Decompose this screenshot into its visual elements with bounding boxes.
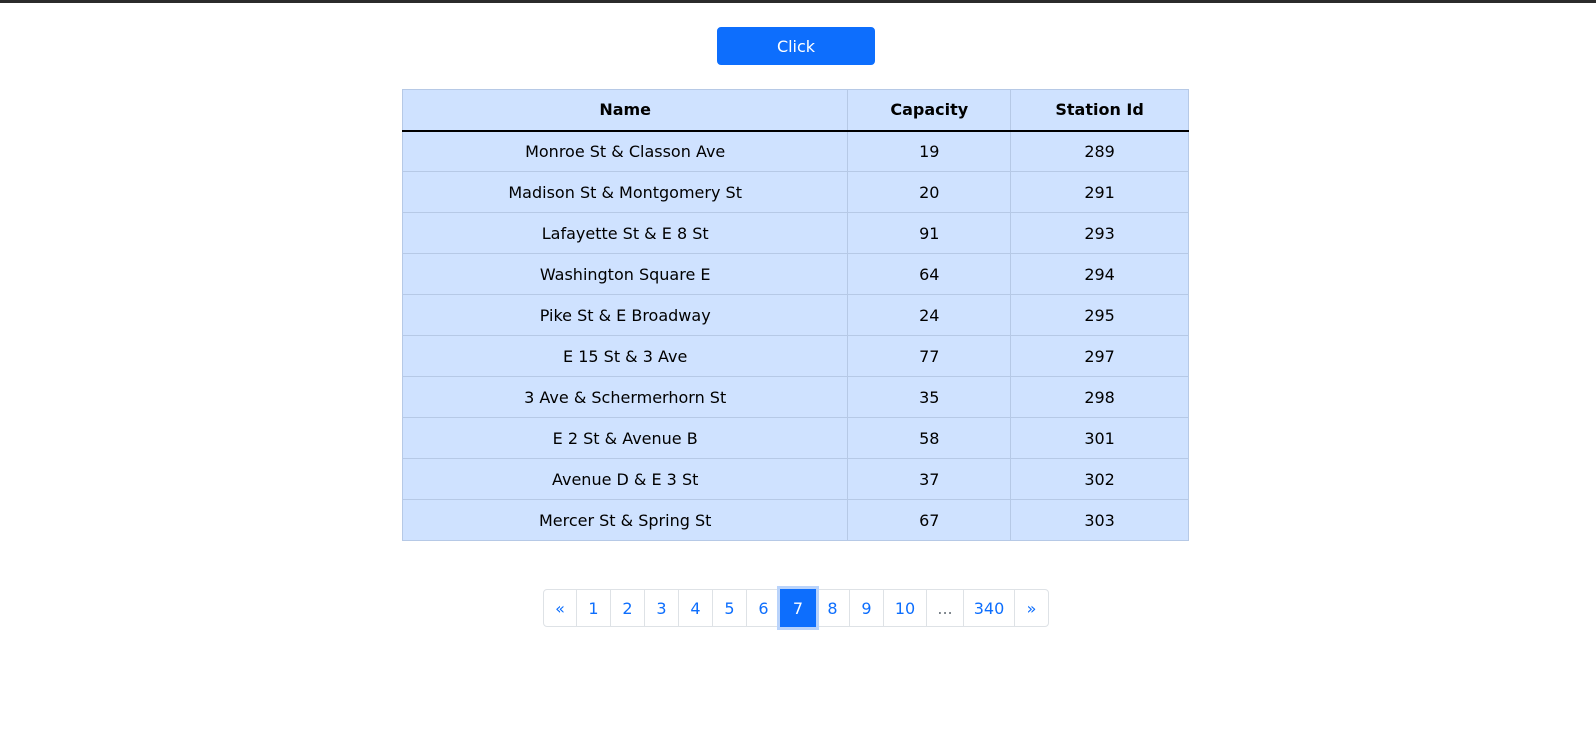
pagination-next-button[interactable]: » (1014, 589, 1049, 627)
cell-station-id: 295 (1010, 294, 1189, 336)
cell-capacity: 58 (847, 417, 1012, 459)
cell-capacity: 35 (847, 376, 1012, 418)
stations-table-container: Name Capacity Station Id Monroe St & Cla… (401, 89, 1189, 541)
table-row: Washington Square E 64 294 (401, 253, 1189, 295)
page-link-6[interactable]: 6 (746, 589, 781, 627)
table-row: Mercer St & Spring St 67 303 (401, 499, 1189, 541)
cell-station-id: 303 (1010, 499, 1189, 541)
cell-station-id: 293 (1010, 212, 1189, 254)
cell-station-id: 298 (1010, 376, 1189, 418)
cell-station-id: 294 (1010, 253, 1189, 295)
cell-name: Pike St & E Broadway (401, 294, 849, 336)
cell-capacity: 37 (847, 458, 1012, 500)
table-row: E 15 St & 3 Ave 77 297 (401, 335, 1189, 377)
page-link-3[interactable]: 3 (644, 589, 679, 627)
cell-capacity: 24 (847, 294, 1012, 336)
cell-name: Monroe St & Classon Ave (401, 130, 849, 172)
cell-station-id: 301 (1010, 417, 1189, 459)
page-link-1[interactable]: 1 (576, 589, 611, 627)
table-header-row: Name Capacity Station Id (401, 89, 1189, 132)
table-row: Pike St & E Broadway 24 295 (401, 294, 1189, 336)
cell-name: Avenue D & E 3 St (401, 458, 849, 500)
cell-capacity: 20 (847, 171, 1012, 213)
cell-name: Washington Square E (401, 253, 849, 295)
cell-capacity: 64 (847, 253, 1012, 295)
table-row: 3 Ave & Schermerhorn St 35 298 (401, 376, 1189, 418)
table-row: Monroe St & Classon Ave 19 289 (401, 130, 1189, 172)
page-link-8[interactable]: 8 (815, 589, 850, 627)
page-link-10[interactable]: 10 (883, 589, 927, 627)
table-row: Avenue D & E 3 St 37 302 (401, 458, 1189, 500)
cell-name: Mercer St & Spring St (401, 499, 849, 541)
page-link-4[interactable]: 4 (678, 589, 713, 627)
cell-name: Lafayette St & E 8 St (401, 212, 849, 254)
cell-capacity: 19 (847, 130, 1012, 172)
column-header-name: Name (401, 89, 849, 132)
cell-station-id: 302 (1010, 458, 1189, 500)
page-link-340[interactable]: 340 (963, 589, 1015, 627)
cell-station-id: 291 (1010, 171, 1189, 213)
pagination-ellipsis: ... (926, 589, 964, 627)
cell-station-id: 297 (1010, 335, 1189, 377)
table-row: E 2 St & Avenue B 58 301 (401, 417, 1189, 459)
pagination-prev-button[interactable]: « (543, 589, 577, 627)
cell-capacity: 91 (847, 212, 1012, 254)
page-link-2[interactable]: 2 (610, 589, 645, 627)
cell-capacity: 77 (847, 335, 1012, 377)
column-header-station-id: Station Id (1010, 89, 1189, 132)
stations-table: Name Capacity Station Id Monroe St & Cla… (401, 89, 1189, 541)
page-link-7-active[interactable]: 7 (780, 589, 816, 627)
cell-name: E 2 St & Avenue B (401, 417, 849, 459)
cell-capacity: 67 (847, 499, 1012, 541)
cell-name: Madison St & Montgomery St (401, 171, 849, 213)
cell-name: 3 Ave & Schermerhorn St (401, 376, 849, 418)
page-link-9[interactable]: 9 (849, 589, 884, 627)
column-header-capacity: Capacity (847, 89, 1012, 132)
cell-name: E 15 St & 3 Ave (401, 335, 849, 377)
cell-station-id: 289 (1010, 130, 1189, 172)
top-border (0, 0, 1596, 3)
page-link-5[interactable]: 5 (712, 589, 747, 627)
table-row: Madison St & Montgomery St 20 291 (401, 171, 1189, 213)
pagination: « 1 2 3 4 5 6 7 8 9 10 ... 340 » (543, 589, 1049, 627)
click-button[interactable]: Click (717, 27, 875, 65)
table-row: Lafayette St & E 8 St 91 293 (401, 212, 1189, 254)
